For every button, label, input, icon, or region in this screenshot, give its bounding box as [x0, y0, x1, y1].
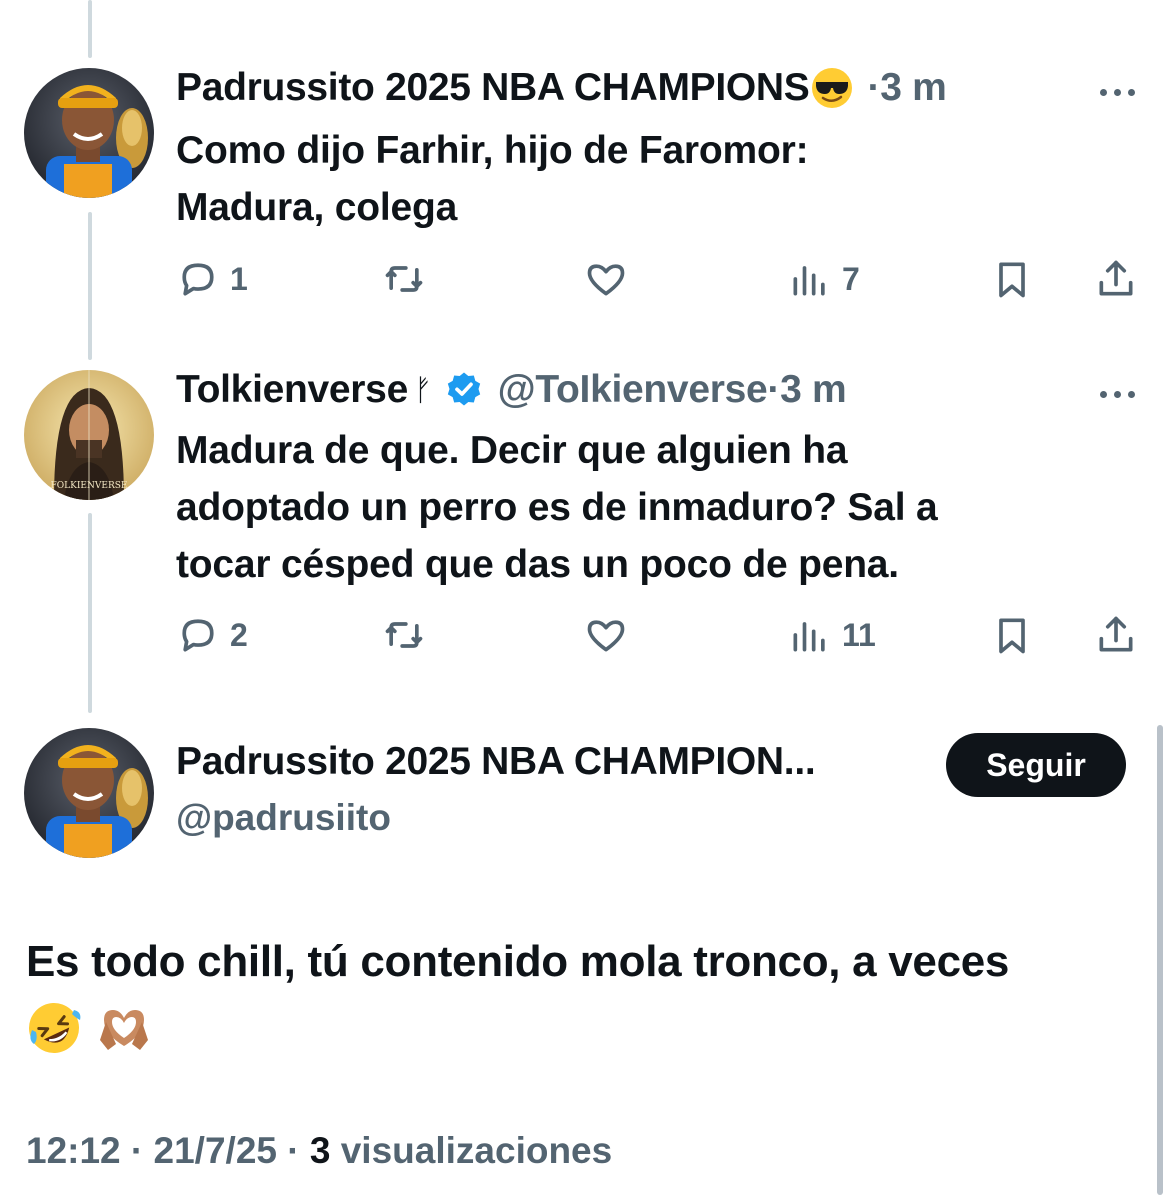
- tweet-header: Tolkienverse ᚠ @ToIkienverse · 3 m: [176, 368, 847, 412]
- verified-badge-icon: [444, 370, 484, 410]
- tweet-handle[interactable]: @ToIkienverse: [498, 368, 768, 412]
- views-label: visualizaciones: [340, 1130, 613, 1171]
- share-icon: [1094, 613, 1138, 657]
- avatar-tolkienverse[interactable]: FOLKIENVERSE: [24, 370, 154, 500]
- heart-icon: [584, 613, 628, 657]
- avatar-caption: FOLKIENVERSE: [51, 481, 128, 491]
- heart-icon: [584, 257, 628, 301]
- like-button[interactable]: [584, 254, 638, 304]
- reply-button[interactable]: 1: [176, 254, 248, 304]
- tweet-actions: 2 11: [176, 610, 1146, 660]
- tweet-text: Como dijo Farhir, hijo de Faromor: Madur…: [176, 129, 809, 229]
- main-handle[interactable]: @padrusiito: [176, 797, 391, 839]
- scrollbar[interactable]: [1157, 725, 1163, 1195]
- bookmark-icon: [990, 257, 1034, 301]
- follow-button[interactable]: Seguir: [946, 733, 1126, 797]
- main-tweet-text: Es todo chill, tú contenido mola tronco,…: [26, 937, 1010, 986]
- name-rune-symbol: ᚠ: [413, 372, 432, 408]
- tweet-time[interactable]: 3 m: [780, 368, 847, 412]
- reply-icon: [176, 613, 220, 657]
- retweet-button[interactable]: [382, 610, 436, 660]
- rolling-laughing-emoji-icon: [26, 1000, 82, 1056]
- thread-line-bottom: [88, 513, 92, 713]
- main-display-name[interactable]: Padrussito 2025 NBA CHAMPION...: [176, 740, 816, 784]
- thread-line-middle: [88, 212, 92, 360]
- bookmark-icon: [990, 613, 1034, 657]
- share-button[interactable]: [1094, 254, 1138, 304]
- tweet-time[interactable]: 12:12: [26, 1130, 121, 1171]
- bookmark-button[interactable]: [990, 254, 1034, 304]
- reply-icon: [176, 257, 220, 301]
- views-chart-icon: [788, 257, 832, 301]
- tweet-time[interactable]: 3 m: [880, 66, 947, 110]
- views-count: 7: [842, 260, 860, 297]
- heart-hands-emoji-icon: [96, 1000, 152, 1056]
- views-count: 11: [842, 616, 876, 653]
- share-button[interactable]: [1094, 610, 1138, 660]
- thread-line-top: [88, 0, 92, 58]
- main-tweet-emojis: [26, 1000, 152, 1056]
- bookmark-button[interactable]: [990, 610, 1034, 660]
- display-name[interactable]: Tolkienverse: [176, 368, 408, 412]
- avatar-padrussito-main[interactable]: [24, 728, 154, 858]
- views-count: 3: [309, 1130, 331, 1171]
- tweet-header: Padrussito 2025 NBA CHAMPIONS · 3 m: [176, 66, 947, 110]
- retweet-icon: [382, 257, 426, 301]
- share-icon: [1094, 257, 1138, 301]
- display-name[interactable]: Padrussito 2025 NBA CHAMPIONS: [176, 66, 810, 110]
- like-button[interactable]: [584, 610, 638, 660]
- tweet-actions: 1 7: [176, 254, 1146, 304]
- reply-button[interactable]: 2: [176, 610, 248, 660]
- tweet-date[interactable]: 21/7/25: [154, 1130, 277, 1171]
- more-options-icon[interactable]: [1100, 82, 1144, 102]
- tweet-timestamp-footer: 12:12 · 21/7/25 · 3 visualizaciones: [26, 1130, 613, 1171]
- reply-count: 2: [230, 616, 248, 653]
- tweet-text: Madura de que. Decir que alguien ha adop…: [176, 429, 938, 586]
- more-options-icon[interactable]: [1100, 384, 1144, 404]
- views-button[interactable]: 7: [788, 254, 860, 304]
- retweet-button[interactable]: [382, 254, 436, 304]
- avatar-padrussito[interactable]: [24, 68, 154, 198]
- retweet-icon: [382, 613, 426, 657]
- views-chart-icon: [788, 613, 832, 657]
- reply-count: 1: [230, 260, 248, 297]
- views-button[interactable]: 11: [788, 610, 876, 660]
- sunglasses-emoji-icon: [810, 66, 854, 110]
